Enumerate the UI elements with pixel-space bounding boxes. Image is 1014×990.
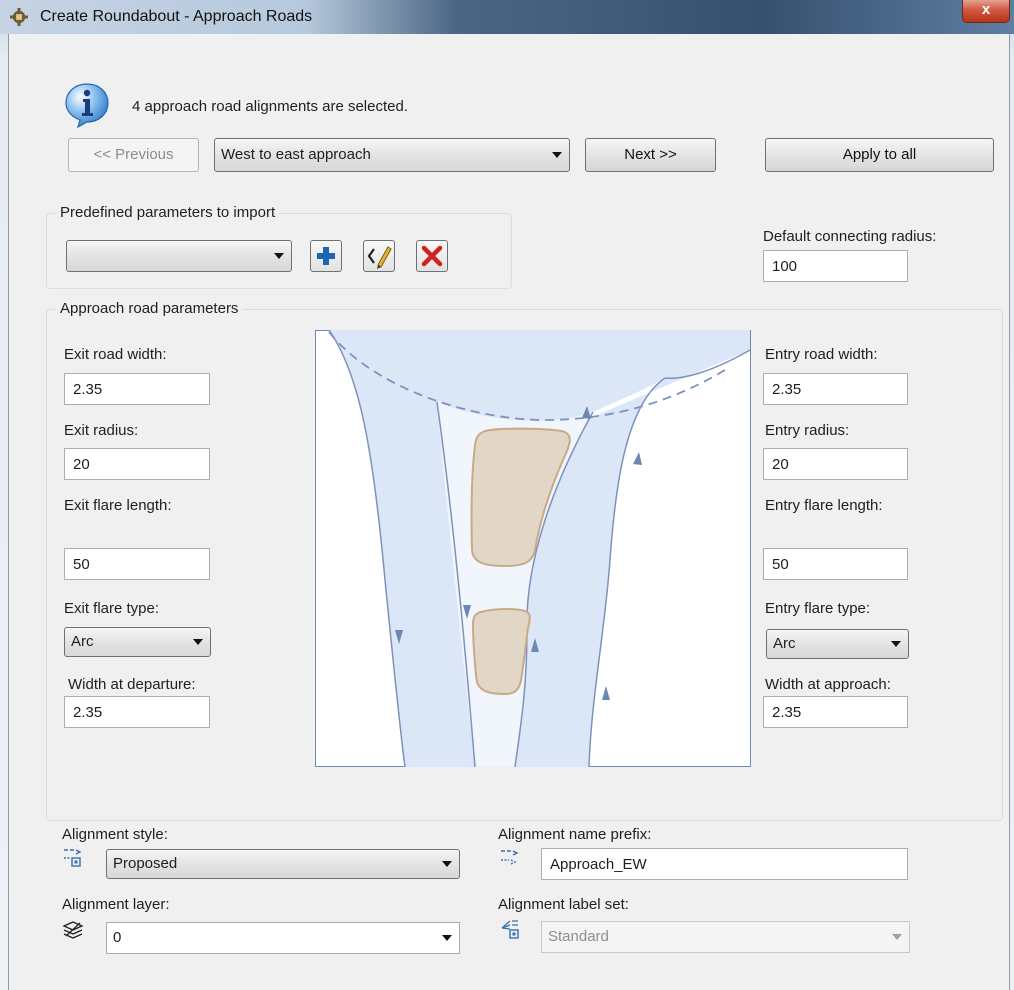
alignment-layer-value: 0	[113, 929, 122, 946]
label-set-icon	[501, 920, 519, 939]
entry-radius-field[interactable]: 20	[763, 448, 908, 480]
alignment-layer-select[interactable]: 0	[106, 922, 460, 954]
alignment-style-icon	[64, 849, 82, 867]
approach-road-diagram	[315, 330, 751, 767]
exit-flare-length-label: Exit flare length:	[64, 497, 172, 514]
default-radius-label: Default connecting radius:	[763, 228, 937, 245]
alignment-label-set-label: Alignment label set:	[498, 896, 629, 913]
entry-road-width-label: Entry road width:	[765, 346, 878, 363]
approach-params-group-title: Approach road parameters	[56, 300, 243, 317]
delete-button[interactable]	[416, 240, 448, 272]
alignment-style-label: Alignment style:	[62, 826, 168, 843]
exit-road-width-label: Exit road width:	[64, 346, 167, 363]
alignment-style-select[interactable]: Proposed	[106, 849, 460, 879]
width-departure-label: Width at departure:	[68, 676, 196, 693]
edit-button[interactable]	[363, 240, 395, 272]
predefined-select[interactable]	[66, 240, 292, 272]
approach-select-value: West to east approach	[221, 146, 371, 163]
exit-flare-type-label: Exit flare type:	[64, 600, 160, 617]
title-bar: Create Roundabout - Approach Roads x	[0, 0, 1014, 34]
alignment-name-icon	[501, 850, 519, 865]
close-button[interactable]: x	[962, 0, 1010, 23]
selection-info-text: 4 approach road alignments are selected.	[132, 98, 409, 115]
chevron-down-icon	[442, 935, 452, 941]
chevron-down-icon	[274, 253, 284, 259]
alignment-style-value: Proposed	[113, 855, 178, 872]
entry-flare-type-value: Arc	[773, 635, 796, 652]
apply-to-all-button[interactable]: Apply to all	[765, 138, 994, 172]
alignment-label-set-value: Standard	[548, 928, 609, 945]
entry-flare-type-label: Entry flare type:	[765, 600, 871, 617]
delete-icon	[421, 245, 443, 267]
entry-flare-type-select[interactable]: Arc	[766, 629, 909, 659]
previous-button[interactable]: << Previous	[68, 138, 199, 172]
edit-icon	[367, 246, 392, 269]
exit-road-width-field[interactable]: 2.35	[64, 373, 210, 405]
width-approach-label: Width at approach:	[765, 676, 891, 693]
width-departure-field[interactable]: 2.35	[64, 696, 210, 728]
exit-flare-type-value: Arc	[71, 633, 94, 650]
width-approach-field[interactable]: 2.35	[763, 696, 908, 728]
alignment-label-set-select[interactable]: Standard	[541, 921, 910, 953]
next-button[interactable]: Next >>	[585, 138, 716, 172]
chevron-down-icon	[891, 641, 901, 647]
alignment-layer-label: Alignment layer:	[62, 896, 170, 913]
entry-flare-length-field[interactable]: 50	[763, 548, 908, 580]
info-icon	[65, 83, 109, 128]
exit-radius-field[interactable]: 20	[64, 448, 210, 480]
exit-radius-label: Exit radius:	[64, 422, 139, 439]
entry-radius-label: Entry radius:	[765, 422, 850, 439]
entry-road-width-field[interactable]: 2.35	[763, 373, 908, 405]
entry-flare-length-label: Entry flare length:	[765, 497, 883, 514]
chevron-down-icon	[892, 934, 902, 940]
add-button[interactable]	[310, 240, 342, 272]
window-title: Create Roundabout - Approach Roads	[40, 8, 313, 25]
default-radius-field[interactable]: 100	[763, 250, 908, 282]
chevron-down-icon	[442, 861, 452, 867]
exit-flare-type-select[interactable]: Arc	[64, 627, 211, 657]
chevron-down-icon	[193, 639, 203, 645]
layer-icon	[62, 921, 84, 939]
alignment-name-prefix-field[interactable]: Approach_EW	[541, 848, 908, 880]
chevron-down-icon	[552, 152, 562, 158]
alignment-name-prefix-label: Alignment name prefix:	[498, 826, 652, 843]
exit-flare-length-field[interactable]: 50	[64, 548, 210, 580]
roundabout-icon	[10, 8, 28, 26]
add-icon	[317, 247, 335, 265]
approach-select[interactable]: West to east approach	[214, 138, 570, 172]
predefined-group-title: Predefined parameters to import	[56, 204, 280, 221]
